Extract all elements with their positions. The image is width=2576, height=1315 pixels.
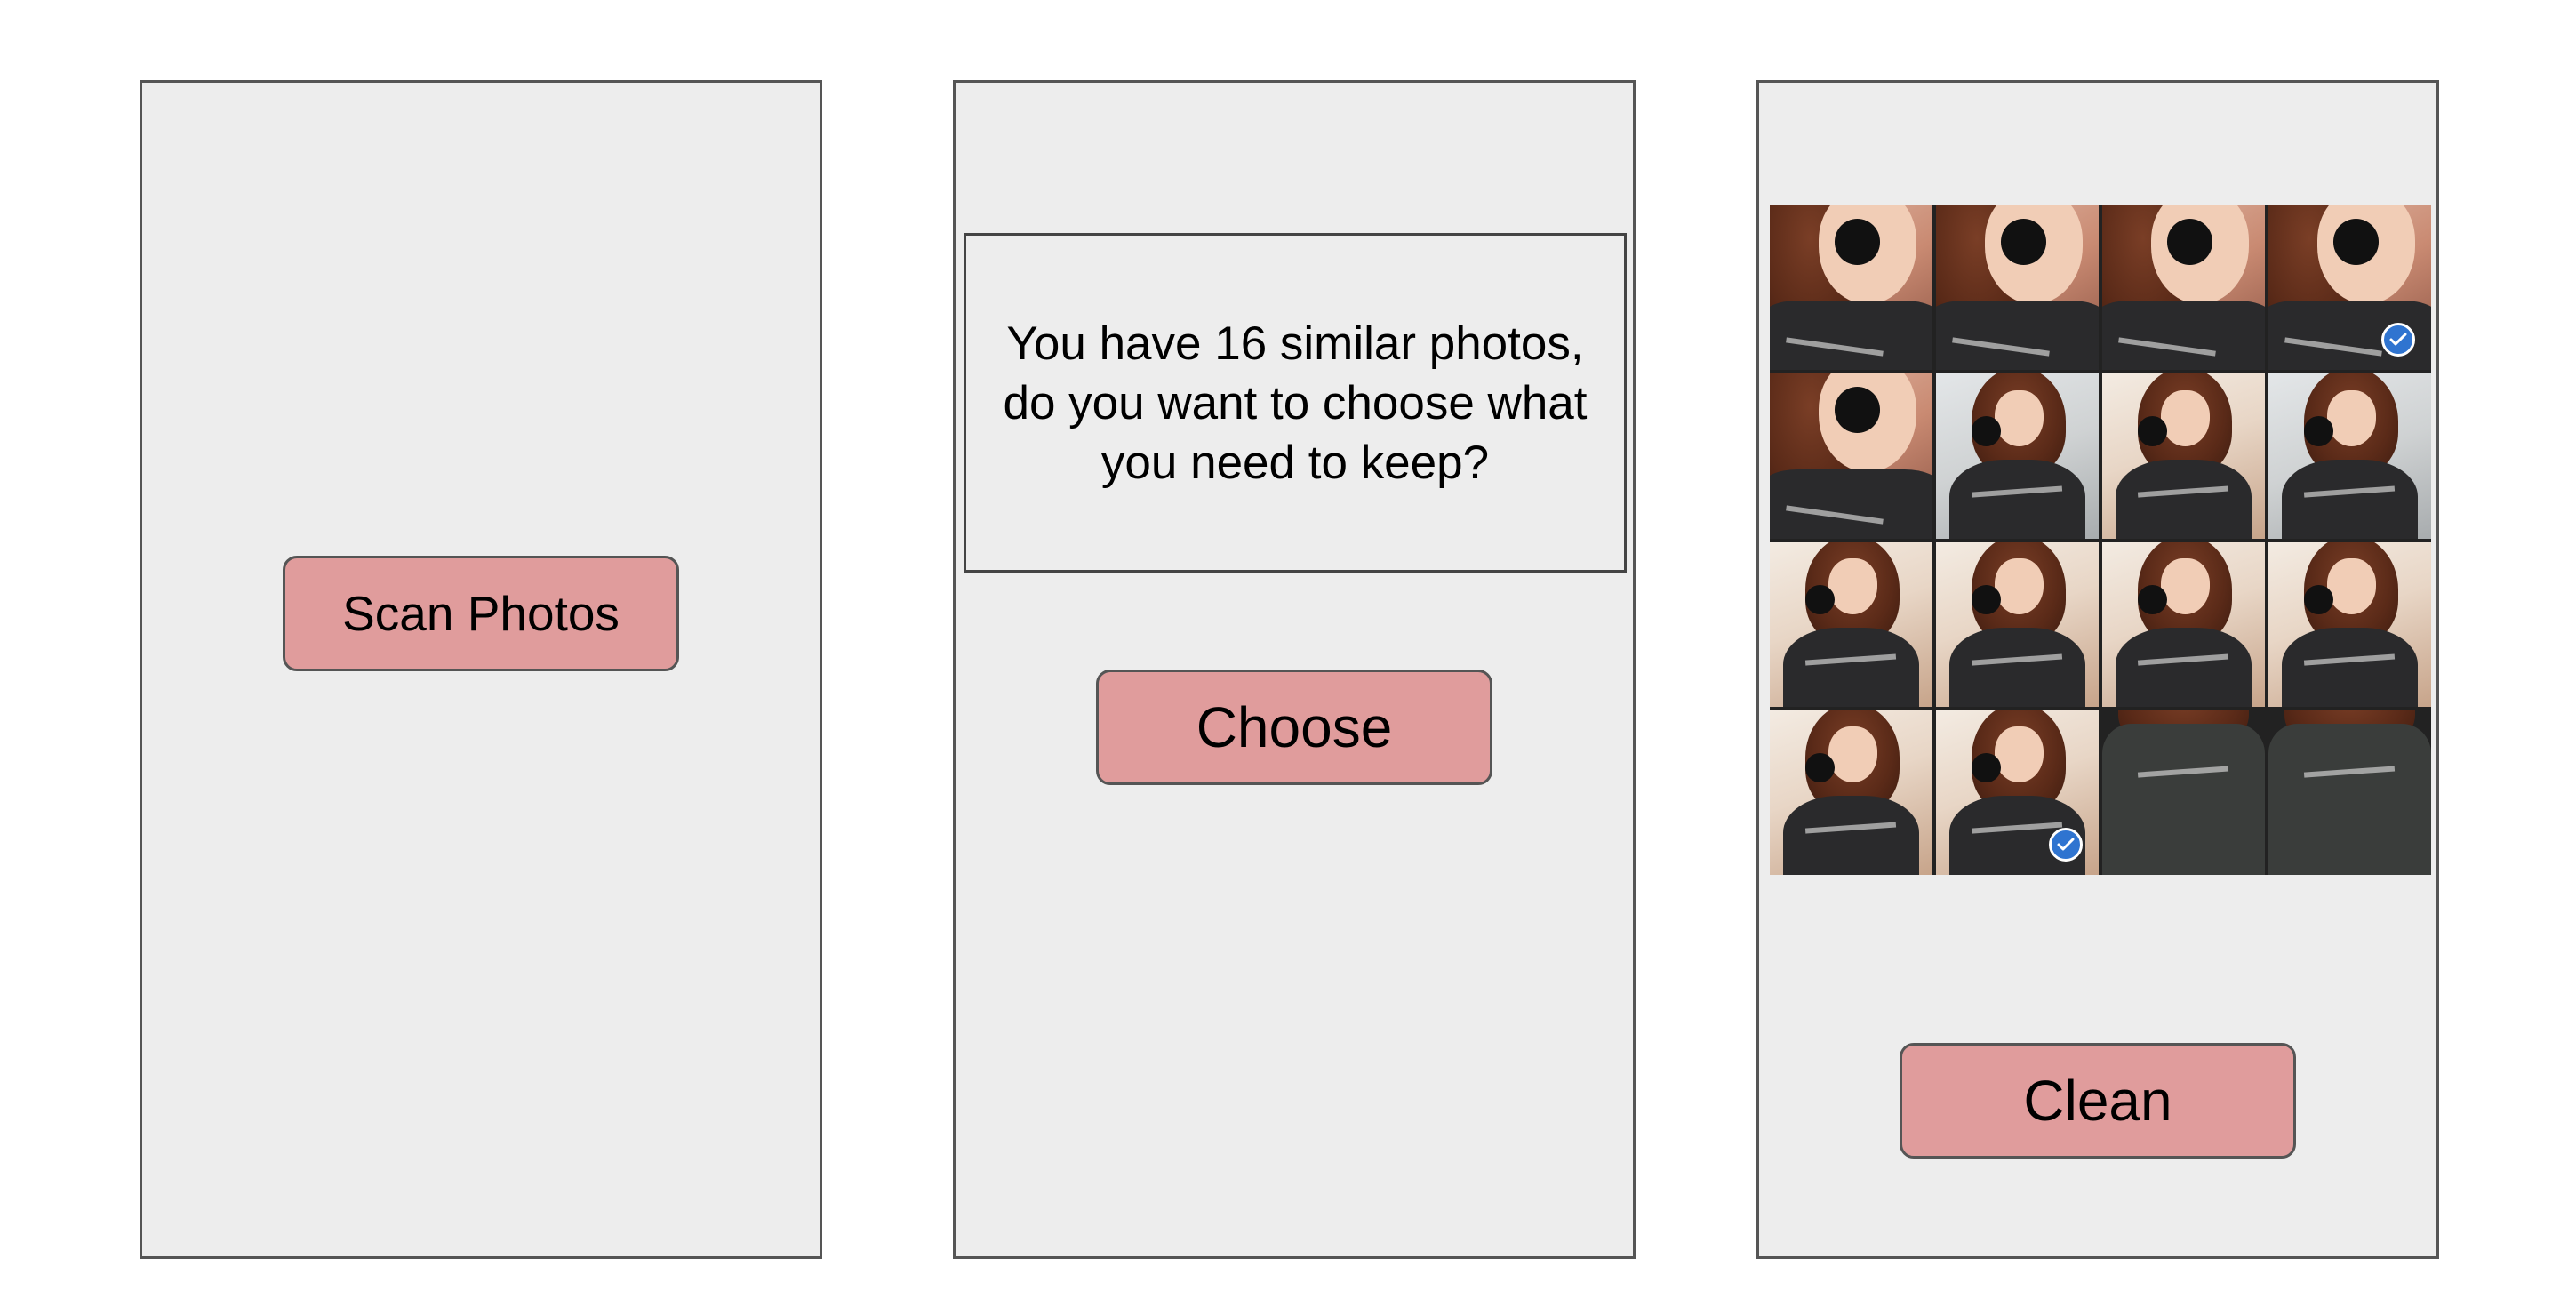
photo-pompom [2333, 218, 2380, 265]
photo-thumbnail[interactable] [1770, 710, 1932, 875]
photo-face [2160, 389, 2210, 446]
photo-shirt [1770, 469, 1932, 539]
photo-shirt [2102, 301, 2265, 371]
photo-thumbnail[interactable] [1936, 205, 2099, 371]
photo-face [1994, 389, 2044, 446]
photo-pompom [1805, 584, 1836, 614]
photo-thumbnail[interactable] [1770, 205, 1932, 371]
photo-thumbnail[interactable] [2102, 710, 2265, 875]
photo-thumbnail[interactable] [1936, 373, 2099, 539]
photo-face [2326, 558, 2376, 614]
photo-shirt [1770, 301, 1932, 371]
photo-pompom [2001, 218, 2047, 265]
photo-shirt [2281, 459, 2419, 539]
photo-pompom [1972, 416, 2002, 446]
photo-pompom [1972, 584, 2002, 614]
photo-face [1994, 558, 2044, 614]
scan-photos-button[interactable]: Scan Photos [283, 556, 679, 671]
checkmark-icon [2380, 323, 2415, 357]
photo-pompom [2167, 218, 2213, 265]
photo-shirt [1936, 301, 2099, 371]
selection-screen: Clean [1756, 80, 2439, 1259]
checkmark-icon [2048, 828, 2083, 862]
photo-pompom [2304, 584, 2334, 614]
photo-thumbnail[interactable] [1770, 373, 1932, 539]
photo-thumbnail[interactable] [2102, 373, 2265, 539]
photo-thumbnail[interactable] [1770, 541, 1932, 707]
photo-shirt [1948, 459, 2086, 539]
photo-thumbnail[interactable] [2102, 205, 2265, 371]
photo-shirt [1948, 627, 2086, 707]
photo-pompom [1835, 218, 1881, 265]
photo-thumbnail[interactable] [1936, 541, 2099, 707]
photo-thumbnail[interactable] [2102, 541, 2265, 707]
photo-face [2160, 558, 2210, 614]
photo-shirt [1782, 627, 1920, 707]
photo-thumbnail[interactable] [1936, 710, 2099, 875]
photo-face [1828, 726, 1877, 783]
photo-thumbnail[interactable] [2268, 373, 2431, 539]
scan-screen: Scan Photos [140, 80, 822, 1259]
photo-thumbnail[interactable] [2268, 710, 2431, 875]
photo-face [2326, 389, 2376, 446]
photo-grid [1770, 205, 2431, 875]
photo-face [1828, 558, 1877, 614]
photo-pompom [2138, 416, 2168, 446]
choose-button[interactable]: Choose [1096, 670, 1492, 785]
photo-shirt [1782, 796, 1920, 875]
prompt-screen: You have 16 similar photos, do you want … [953, 80, 1636, 1259]
photo-thumbnail[interactable] [2268, 541, 2431, 707]
photo-thumbnail[interactable] [2268, 205, 2431, 371]
photo-shirt [2102, 723, 2265, 875]
photo-shirt [2268, 723, 2431, 875]
photo-pompom [2138, 584, 2168, 614]
photo-shirt [2115, 459, 2252, 539]
similar-photos-message: You have 16 similar photos, do you want … [964, 233, 1627, 573]
clean-button[interactable]: Clean [1900, 1043, 2296, 1159]
photo-shirt [2281, 627, 2419, 707]
photo-shirt [2115, 627, 2252, 707]
photo-pompom [1835, 387, 1881, 433]
photo-pompom [2304, 416, 2334, 446]
photo-face [1994, 726, 2044, 783]
message-text: You have 16 similar photos, do you want … [1003, 317, 1588, 489]
